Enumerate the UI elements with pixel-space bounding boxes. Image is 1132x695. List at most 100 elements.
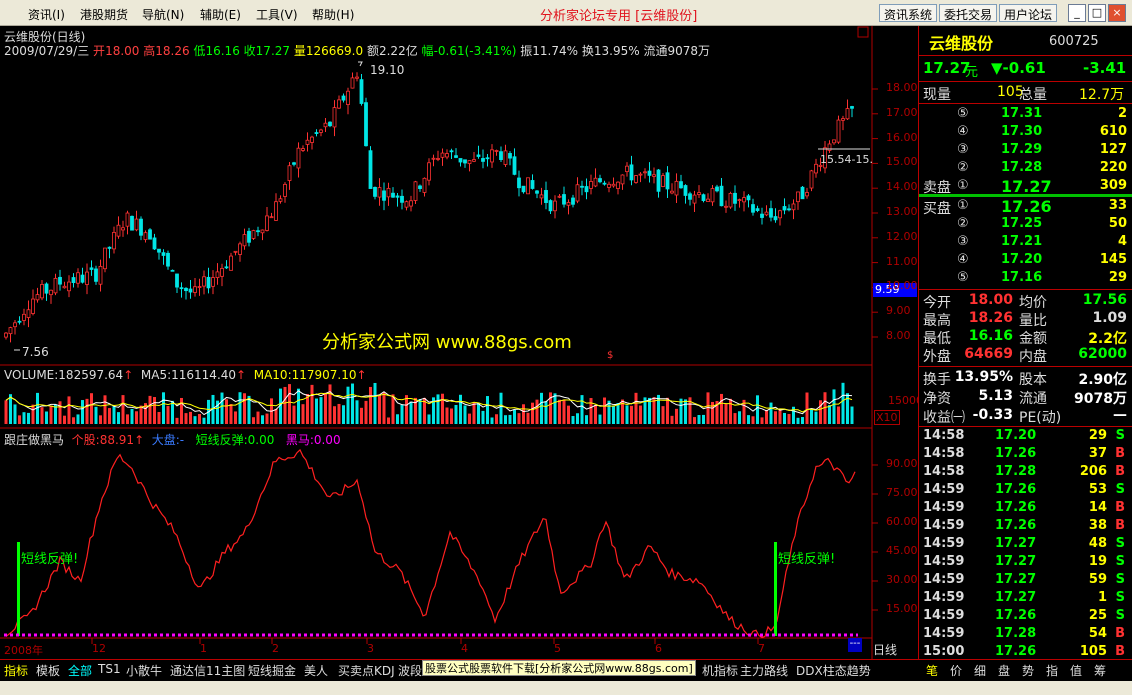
trade-button[interactable]: 委托交易 bbox=[939, 4, 998, 22]
bottom-tab-10[interactable]: 机指标 bbox=[702, 662, 738, 679]
candle-body bbox=[409, 200, 413, 207]
candle-body bbox=[697, 192, 701, 195]
volume-bar bbox=[441, 393, 444, 424]
candle-body bbox=[184, 287, 188, 292]
menu-navigate[interactable]: 导航(N) bbox=[142, 6, 184, 23]
amount-label: 额 bbox=[366, 44, 379, 58]
volume-bar bbox=[9, 394, 12, 424]
volume-bar bbox=[832, 389, 836, 424]
volume-bar bbox=[486, 396, 489, 424]
panel-tab-1[interactable]: 价 bbox=[950, 662, 962, 679]
tick-row[interactable]: 14:59 17.27 1 S bbox=[919, 590, 1132, 608]
bottom-tab-9[interactable]: 波段 bbox=[398, 662, 422, 679]
bottom-tab-0[interactable]: 指标 bbox=[4, 662, 28, 679]
stat2-row: 收益㈠ -0.33 PE(动) — bbox=[919, 407, 1132, 426]
tick-time: 14:58 bbox=[923, 428, 965, 443]
panel-tab-6[interactable]: 值 bbox=[1070, 662, 1082, 679]
candle-body bbox=[472, 159, 476, 162]
volume-bar bbox=[256, 411, 260, 424]
volume-bar bbox=[756, 395, 759, 424]
bottom-tab-2[interactable]: 全部 bbox=[68, 662, 92, 679]
tick-row[interactable]: 14:59 17.27 59 S bbox=[919, 572, 1132, 590]
candle-body bbox=[814, 163, 818, 174]
volume-bar bbox=[369, 386, 372, 424]
tick-row[interactable]: 14:59 17.26 38 B bbox=[919, 518, 1132, 536]
stat2-value: — bbox=[1113, 407, 1127, 423]
volume-bar bbox=[202, 417, 206, 424]
maximize-icon[interactable]: □ bbox=[1088, 4, 1106, 22]
panel-tab-4[interactable]: 势 bbox=[1022, 662, 1034, 679]
bottom-tab-1[interactable]: 模板 bbox=[36, 662, 60, 679]
candle-body bbox=[625, 165, 629, 173]
menu-tools[interactable]: 工具(V) bbox=[256, 6, 298, 23]
candle-body bbox=[512, 156, 517, 175]
panel-tab-2[interactable]: 细 bbox=[974, 662, 986, 679]
volume-bar bbox=[99, 415, 102, 424]
volume-bar bbox=[684, 399, 687, 424]
tick-direction: S bbox=[1115, 482, 1125, 497]
tick-row[interactable]: 14:59 17.26 25 S bbox=[919, 608, 1132, 626]
chart-area[interactable]: 云维股份(日线) 2009/07/29/三 开18.00 高18.26 低16.… bbox=[0, 26, 923, 659]
menu-hk-futures[interactable]: 港股期货 bbox=[80, 6, 128, 23]
volume-bar bbox=[319, 397, 323, 424]
tick-price: 17.26 bbox=[995, 446, 1037, 461]
tick-time: 14:58 bbox=[923, 446, 965, 461]
tick-row[interactable]: 14:59 17.27 19 S bbox=[919, 554, 1132, 572]
menu-info[interactable]: 资讯(I) bbox=[28, 6, 65, 23]
bottom-tab-5[interactable]: 通达信11主图 bbox=[170, 662, 245, 679]
candle-body bbox=[98, 265, 103, 285]
tick-volume: 38 bbox=[1088, 518, 1107, 533]
stat-label: 最高 bbox=[923, 313, 951, 329]
tick-row[interactable]: 14:58 17.26 37 B bbox=[919, 446, 1132, 464]
bottom-tab-12[interactable]: DDX柱态趋势 bbox=[796, 662, 871, 679]
volume-bar bbox=[148, 395, 152, 424]
panel-tab-3[interactable]: 盘 bbox=[998, 662, 1010, 679]
time-axis-label: 7 bbox=[758, 642, 765, 655]
forum-button[interactable]: 用户论坛 bbox=[999, 4, 1058, 22]
tick-direction: S bbox=[1115, 572, 1125, 587]
bottom-tab-11[interactable]: 主力路线 bbox=[740, 662, 788, 679]
volume-bar bbox=[495, 414, 498, 424]
volume-bar bbox=[837, 406, 840, 424]
bid-row: ③ 17.21 4 bbox=[919, 234, 1132, 252]
panel-tab-5[interactable]: 指 bbox=[1046, 662, 1058, 679]
tick-row[interactable]: 14:59 17.26 53 S bbox=[919, 482, 1132, 500]
volume-bar bbox=[63, 415, 66, 424]
bottom-tab-4[interactable]: 小散牛 bbox=[126, 662, 162, 679]
volume-bar bbox=[810, 408, 813, 424]
candle-body bbox=[764, 211, 769, 216]
tick-time: 14:59 bbox=[923, 482, 965, 497]
candle-body bbox=[485, 157, 490, 160]
info-system-button[interactable]: 资讯系统 bbox=[879, 4, 938, 22]
day-line-label: 日线 bbox=[873, 643, 898, 657]
tick-volume: 37 bbox=[1088, 446, 1107, 461]
tick-row[interactable]: 14:59 17.27 48 S bbox=[919, 536, 1132, 554]
tick-row[interactable]: 14:59 17.26 14 B bbox=[919, 500, 1132, 518]
tick-row[interactable]: 14:58 17.28 206 B bbox=[919, 464, 1132, 482]
stat-label: 金额 bbox=[1019, 331, 1047, 347]
volume-bar bbox=[751, 416, 755, 424]
minimize-icon[interactable]: _ bbox=[1068, 4, 1086, 22]
candle-body bbox=[22, 313, 26, 321]
panel-tab-7[interactable]: 筹 bbox=[1094, 662, 1106, 679]
low-point-label: 7.56 bbox=[22, 345, 49, 359]
volume-bar bbox=[18, 415, 21, 424]
menu-help[interactable]: 帮助(H) bbox=[312, 6, 354, 23]
indicator-gen: 个股:88.91 bbox=[71, 433, 135, 447]
ad-banner[interactable]: 股票公式股票软件下载[分析家公式网www.88gs.com] bbox=[422, 660, 696, 676]
volume-bar bbox=[229, 404, 233, 424]
bottom-tab-6[interactable]: 短线掘金 bbox=[248, 662, 296, 679]
candle-body bbox=[368, 150, 373, 189]
menu-assist[interactable]: 辅助(E) bbox=[200, 6, 241, 23]
quote-panel: 云维股份 600725 17.27 元 ▼-0.61 -3.41 现量 105 … bbox=[873, 26, 1132, 659]
panel-tab-0[interactable]: 笔 bbox=[926, 662, 938, 679]
bottom-tab-7[interactable]: 美人 bbox=[304, 662, 328, 679]
candle-body bbox=[773, 216, 778, 221]
bottom-tab-8[interactable]: 买卖点KDJ bbox=[338, 662, 395, 679]
ask-row: ② 17.28 220 bbox=[919, 160, 1132, 178]
bottom-tab-3[interactable]: TS1 bbox=[98, 662, 121, 679]
scroll-more-icon[interactable]: --- bbox=[848, 638, 862, 652]
volume-bar bbox=[805, 392, 809, 424]
close-icon[interactable]: × bbox=[1108, 4, 1126, 22]
tick-row[interactable]: 14:58 17.20 29 S bbox=[919, 428, 1132, 446]
